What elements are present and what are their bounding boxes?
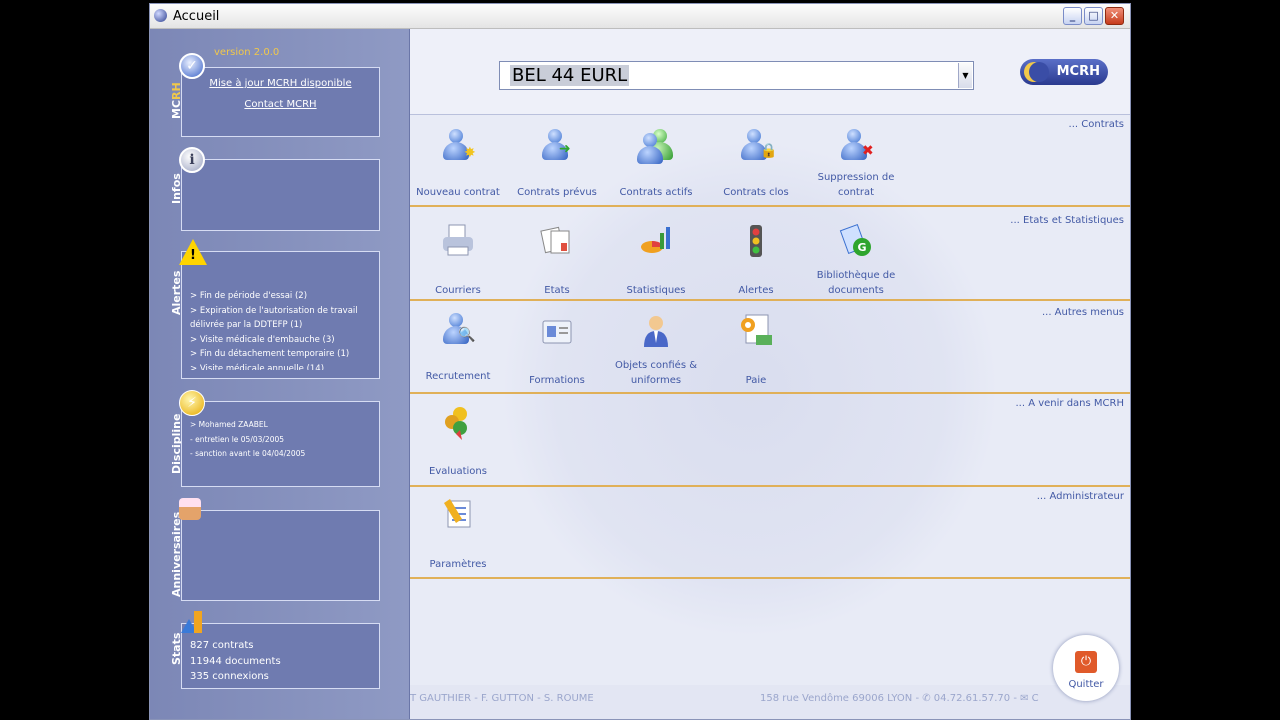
discipline-list: > Mohamed ZAABEL - entretien le 05/03/20… [190, 418, 305, 462]
traffic-light-icon [750, 225, 762, 257]
tile-evaluations[interactable]: Evaluations [410, 404, 508, 479]
section-divider [410, 577, 1130, 579]
stats-panel: 827 contrats 11944 documents 335 connexi… [181, 623, 380, 689]
tile-nouveau-contrat[interactable]: ✸ Nouveau contrat [410, 129, 508, 200]
stats-item: 827 contrats [190, 640, 254, 651]
tile-suppression-contrat[interactable]: ✖ Suppression de contrat [806, 129, 906, 200]
payslip-icon [741, 314, 772, 345]
section-title: ... Administrateur [1036, 491, 1124, 502]
section-etats: ... Etats et Statistiques Courriers Etat… [410, 211, 1130, 303]
stats-list: 827 contrats 11944 documents 335 connexi… [190, 638, 281, 685]
printer-icon [443, 224, 473, 256]
sidebar: version 2.0.0 MCRH Mise à jour MCRH disp… [150, 29, 410, 719]
discipline-panel: > Mohamed ZAABEL - entretien le 05/03/20… [181, 401, 380, 487]
section-admin: ... Administrateur Paramètres [410, 487, 1130, 579]
tile-contrats-prevus[interactable]: ➜ Contrats prévus [507, 129, 607, 200]
section-autres: ... Autres menus 🔍 Recrutement Formation… [410, 303, 1130, 395]
window-title: Accueil [173, 9, 220, 24]
section-title: ... A venir dans MCRH [1015, 398, 1125, 409]
warning-mark: ! [190, 248, 196, 263]
main-window: Accueil _ □ ✕ version 2.0.0 MCRH Mise à … [149, 3, 1131, 720]
update-link[interactable]: Mise à jour MCRH disponible [182, 78, 379, 89]
anniversaires-panel [181, 510, 380, 601]
alert-list: > Fin de période d'essai (2) > Expiratio… [190, 289, 375, 370]
tile-etats[interactable]: Etats [507, 223, 607, 298]
discipline-item[interactable]: > Mohamed ZAABEL [190, 418, 305, 433]
maximize-button[interactable]: □ [1084, 7, 1103, 25]
tile-objets-confies[interactable]: Objets confiés & uniformes [606, 313, 706, 388]
alert-item[interactable]: > Fin du détachement temporaire (1) [190, 347, 375, 362]
alert-item[interactable]: > Visite médicale d'embauche (3) [190, 333, 375, 348]
section-divider [410, 205, 1130, 207]
title-bar: Accueil _ □ ✕ [150, 4, 1130, 29]
tile-alertes[interactable]: Alertes [706, 223, 806, 298]
close-button[interactable]: ✕ [1105, 7, 1124, 25]
active-contracts-icon [637, 129, 674, 165]
discipline-item: - sanction avant le 04/04/2005 [190, 449, 306, 458]
info-icon: i [179, 147, 205, 173]
uniform-icon [644, 316, 668, 347]
documents-icon [540, 226, 570, 254]
minimize-button[interactable]: _ [1063, 7, 1082, 25]
mcrh-logo: MCRH [1020, 59, 1108, 85]
section-contrats: ... Contrats ✸ Nouveau contrat ➜ Contrat… [410, 115, 1130, 207]
section-avenir: ... A venir dans MCRH Evaluations [410, 394, 1130, 487]
tile-paie[interactable]: Paie [706, 313, 806, 388]
quit-button[interactable]: ⏻ Quitter [1053, 635, 1119, 701]
stats-icon [181, 611, 202, 633]
tile-contrats-actifs[interactable]: Contrats actifs [606, 129, 706, 200]
check-icon: ✓ [179, 53, 205, 79]
mcrh-panel: Mise à jour MCRH disponible Contact MCRH [181, 67, 380, 137]
company-select[interactable]: BEL 44 EURL ▼ [499, 61, 974, 90]
footer: T GAUTHIER - F. GUTTON - S. ROUME 158 ru… [410, 685, 1130, 719]
header: BEL 44 EURL ▼ MCRH [410, 29, 1130, 115]
tile-contrats-clos[interactable]: 🔒 Contrats clos [706, 129, 806, 200]
id-card-icon [542, 320, 572, 344]
alert-item[interactable]: > Visite médicale annuelle (14) [190, 362, 375, 371]
tile-formations[interactable]: Formations [507, 313, 607, 388]
library-icon: G [839, 224, 871, 256]
version-label: version 2.0.0 [214, 47, 280, 58]
section-title: ... Autres menus [1041, 307, 1124, 318]
footer-authors: T GAUTHIER - F. GUTTON - S. ROUME [410, 693, 594, 704]
stats-item: 11944 documents [190, 655, 281, 667]
section-title: ... Etats et Statistiques [1010, 215, 1124, 226]
cake-icon [179, 498, 201, 520]
quit-label: Quitter [1068, 679, 1104, 690]
power-icon: ⏻ [1075, 651, 1097, 673]
infos-panel [181, 159, 380, 231]
footer-address: 158 rue Vendôme 69006 LYON - ✆ 04.72.61.… [760, 693, 1039, 704]
contact-link[interactable]: Contact MCRH [182, 99, 379, 110]
section-title: ... Contrats [1068, 119, 1124, 130]
chevron-down-icon[interactable]: ▼ [958, 63, 972, 88]
tile-parametres[interactable]: Paramètres [410, 497, 508, 572]
discipline-item: - entretien le 05/03/2005 [190, 434, 285, 444]
alertes-panel: > Fin de période d'essai (2) > Expiratio… [181, 251, 380, 379]
main-panel: BEL 44 EURL ▼ MCRH ... Contrats ✸ Nouvea… [410, 29, 1130, 719]
tile-courriers[interactable]: Courriers [410, 223, 508, 298]
alert-item[interactable]: > Expiration de l'autorisation de travai… [190, 304, 375, 333]
settings-icon [444, 499, 471, 528]
app-icon [154, 9, 167, 22]
alert-item[interactable]: > Fin de période d'essai (2) [190, 289, 375, 304]
svg-text:G: G [857, 241, 866, 254]
tile-recrutement[interactable]: 🔍 Recrutement [410, 313, 508, 384]
lightning-icon: ⚡ [179, 390, 205, 416]
stats-item: 335 connexions [190, 671, 269, 682]
tile-statistiques[interactable]: Statistiques [606, 223, 706, 298]
chart-icon [641, 227, 670, 253]
company-select-value: BEL 44 EURL [510, 65, 630, 86]
evaluations-icon [445, 407, 467, 440]
tile-bibliotheque[interactable]: G Bibliothèque de documents [806, 223, 906, 298]
section-divider [410, 299, 1130, 301]
